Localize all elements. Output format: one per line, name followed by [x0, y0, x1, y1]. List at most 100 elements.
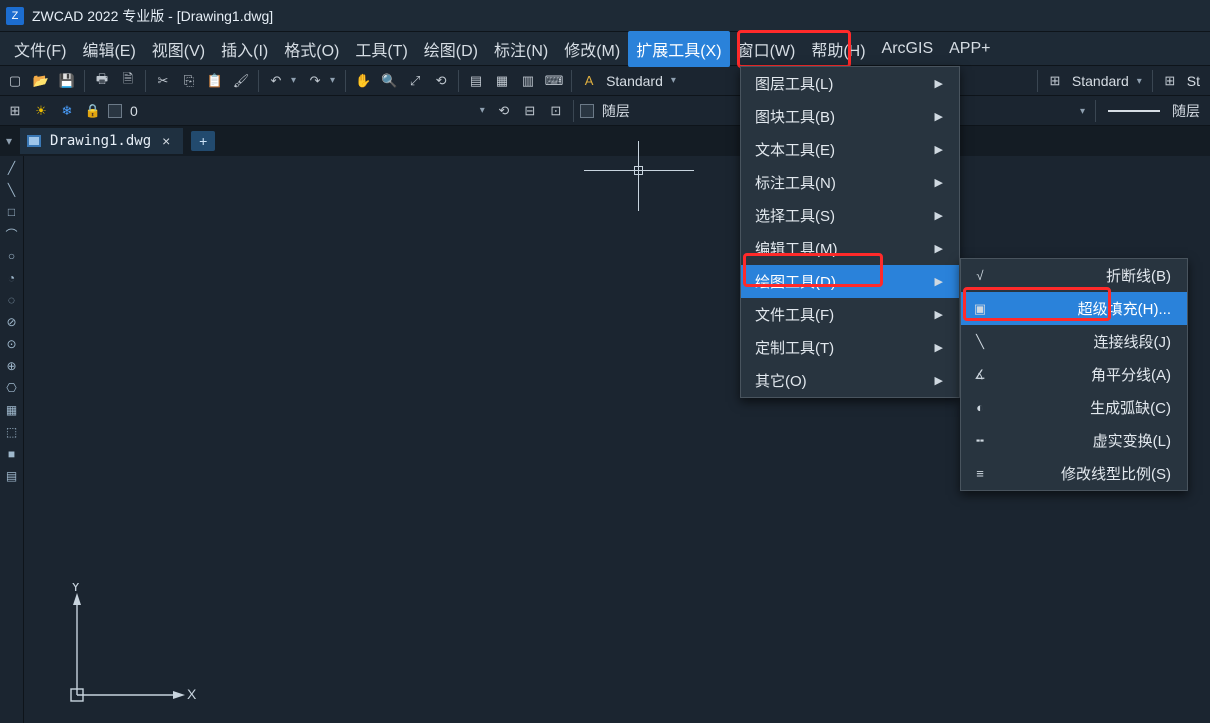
- new-tab-button[interactable]: +: [191, 131, 215, 151]
- submenu-block-tools[interactable]: 图块工具(B)▶: [741, 100, 959, 133]
- item-superhatch[interactable]: ▣超级填充(H)...: [961, 292, 1187, 325]
- make-block-tool-icon[interactable]: ⬚: [2, 422, 22, 442]
- menu-arcgis[interactable]: ArcGIS: [874, 34, 942, 64]
- print-icon[interactable]: 🖶: [91, 70, 113, 92]
- color-bylayer-dropdown[interactable]: 随层: [600, 101, 634, 121]
- submenu-text-tools[interactable]: 文本工具(E)▶: [741, 133, 959, 166]
- layer-manager-icon[interactable]: ⊞: [4, 100, 26, 122]
- revcloud-tool-icon[interactable]: ⊘: [2, 312, 22, 332]
- calculator-icon[interactable]: ⌨: [543, 70, 565, 92]
- menu-window[interactable]: 窗口(W): [730, 31, 804, 67]
- document-tab[interactable]: Drawing1.dwg ×: [20, 128, 183, 154]
- express-tools-menu: 图层工具(L)▶ 图块工具(B)▶ 文本工具(E)▶ 标注工具(N)▶ 选择工具…: [740, 66, 960, 398]
- ucs-icon: Y X: [59, 583, 199, 713]
- layer-dropdown-arrow-icon[interactable]: ▾: [480, 105, 489, 116]
- layer-lock-icon[interactable]: 🔒: [82, 100, 104, 122]
- submenu-file-tools[interactable]: 文件工具(F)▶: [741, 298, 959, 331]
- extra-icon[interactable]: ⊞: [1159, 70, 1181, 92]
- layer-iso-icon[interactable]: ⊡: [545, 100, 567, 122]
- properties-icon[interactable]: ▤: [465, 70, 487, 92]
- redo-icon[interactable]: ↷: [304, 70, 326, 92]
- menu-view[interactable]: 视图(V): [144, 31, 213, 67]
- polyline-tool-icon[interactable]: □: [2, 202, 22, 222]
- toolbar-row-1: ▢ 📂 💾 🖶 🗎 ✂ ⎘ 📋 🖌 ↶ ▾ ↷ ▾ ✋ 🔍 ⤢ ⟲ ▤ ▦ ▥ …: [0, 66, 1210, 96]
- rectangle-tool-icon[interactable]: ○: [2, 246, 22, 266]
- menu-app-plus[interactable]: APP+: [941, 34, 998, 64]
- menu-draw[interactable]: 绘图(D): [416, 31, 486, 67]
- item-ltscale[interactable]: ≡修改线型比例(S): [961, 457, 1187, 490]
- table-style-icon[interactable]: ⊞: [1044, 70, 1066, 92]
- redo-dropdown-icon[interactable]: ▾: [330, 75, 339, 86]
- menu-file[interactable]: 文件(F): [6, 31, 74, 67]
- paste-icon[interactable]: 📋: [204, 70, 226, 92]
- menu-modify[interactable]: 修改(M): [556, 31, 628, 67]
- item-bisector[interactable]: ∡角平分线(A): [961, 358, 1187, 391]
- submenu-select-tools[interactable]: 选择工具(S)▶: [741, 199, 959, 232]
- document-tabs: ▾ Drawing1.dwg × +: [0, 126, 1210, 156]
- match-properties-icon[interactable]: 🖌: [230, 70, 252, 92]
- polygon-tool-icon[interactable]: ⌒: [2, 224, 22, 244]
- submenu-customize-tools[interactable]: 定制工具(T)▶: [741, 331, 959, 364]
- lineweight-bylayer-dropdown[interactable]: 随层: [1170, 101, 1204, 121]
- item-join-lines[interactable]: ╲连接线段(J): [961, 325, 1187, 358]
- layer-walk-icon[interactable]: ⊟: [519, 100, 541, 122]
- undo-dropdown-icon[interactable]: ▾: [291, 75, 300, 86]
- submenu-other[interactable]: 其它(O)▶: [741, 364, 959, 397]
- textstyle-dropdown[interactable]: Standard: [604, 73, 667, 89]
- ellipse-arc-tool-icon[interactable]: ⎔: [2, 378, 22, 398]
- item-hidden-toggle[interactable]: ╍虚实变换(L): [961, 424, 1187, 457]
- point-tool-icon[interactable]: ■: [2, 444, 22, 464]
- lw-dropdown-arrow-icon[interactable]: ▾: [1080, 106, 1089, 117]
- pan-icon[interactable]: ✋: [352, 70, 374, 92]
- ltscale-icon: ≡: [971, 466, 989, 481]
- open-file-icon[interactable]: 📂: [30, 70, 52, 92]
- cut-icon[interactable]: ✂: [152, 70, 174, 92]
- divider: [145, 70, 146, 92]
- menu-tools[interactable]: 工具(T): [347, 31, 415, 67]
- zoom-icon[interactable]: 🔍: [378, 70, 400, 92]
- toolpalette-icon[interactable]: ▥: [517, 70, 539, 92]
- zoom-previous-icon[interactable]: ⟲: [430, 70, 452, 92]
- hatch-tool-icon[interactable]: ▤: [2, 466, 22, 486]
- ellipse-tool-icon[interactable]: ⊕: [2, 356, 22, 376]
- tab-close-icon[interactable]: ×: [159, 134, 173, 148]
- menu-insert[interactable]: 插入(I): [213, 31, 276, 67]
- submenu-edit-tools[interactable]: 编辑工具(M)▶: [741, 232, 959, 265]
- item-arc-complement[interactable]: ◐生成弧缺(C): [961, 391, 1187, 424]
- submenu-draw-tools[interactable]: 绘图工具(D)▶: [741, 265, 959, 298]
- layer-color-swatch[interactable]: [108, 104, 122, 118]
- menu-express-tools[interactable]: 扩展工具(X): [628, 31, 729, 67]
- xline-tool-icon[interactable]: ╲: [2, 180, 22, 200]
- menu-dimension[interactable]: 标注(N): [486, 31, 556, 67]
- tablestyle-dropdown-arrow-icon[interactable]: ▾: [1137, 76, 1146, 87]
- print-preview-icon[interactable]: 🗎: [117, 70, 139, 92]
- item-breakline[interactable]: √折断线(B): [961, 259, 1187, 292]
- circle-tool-icon[interactable]: ◌: [2, 290, 22, 310]
- line-tool-icon[interactable]: ╱: [2, 158, 22, 178]
- spline-tool-icon[interactable]: ⊙: [2, 334, 22, 354]
- color-swatch[interactable]: [580, 104, 594, 118]
- insert-block-tool-icon[interactable]: ▦: [2, 400, 22, 420]
- draw-toolbar: ╱ ╲ □ ⌒ ○ ◔ ◌ ⊘ ⊙ ⊕ ⎔ ▦ ⬚ ■ ▤: [0, 156, 24, 723]
- layer-name-dropdown[interactable]: 0: [128, 103, 142, 119]
- submenu-dim-tools[interactable]: 标注工具(N)▶: [741, 166, 959, 199]
- layer-previous-icon[interactable]: ⟲: [493, 100, 515, 122]
- tabs-scroll-left-icon[interactable]: ▾: [2, 129, 16, 153]
- zoom-window-icon[interactable]: ⤢: [404, 70, 426, 92]
- arc-tool-icon[interactable]: ◔: [2, 268, 22, 288]
- tablestyle-dropdown[interactable]: Standard: [1070, 73, 1133, 89]
- menu-edit[interactable]: 编辑(E): [74, 31, 143, 67]
- designcenter-icon[interactable]: ▦: [491, 70, 513, 92]
- save-file-icon[interactable]: 💾: [56, 70, 78, 92]
- textstyle-dropdown-arrow-icon[interactable]: ▾: [671, 75, 680, 86]
- layer-state-icon[interactable]: ☀: [30, 100, 52, 122]
- menu-format[interactable]: 格式(O): [276, 31, 347, 67]
- layer-freeze-icon[interactable]: ❄: [56, 100, 78, 122]
- text-style-icon[interactable]: A: [578, 70, 600, 92]
- submenu-layer-tools[interactable]: 图层工具(L)▶: [741, 67, 959, 100]
- menu-help[interactable]: 帮助(H): [803, 31, 873, 67]
- chevron-right-icon: ▶: [935, 77, 943, 90]
- new-file-icon[interactable]: ▢: [4, 70, 26, 92]
- copy-icon[interactable]: ⎘: [178, 70, 200, 92]
- undo-icon[interactable]: ↶: [265, 70, 287, 92]
